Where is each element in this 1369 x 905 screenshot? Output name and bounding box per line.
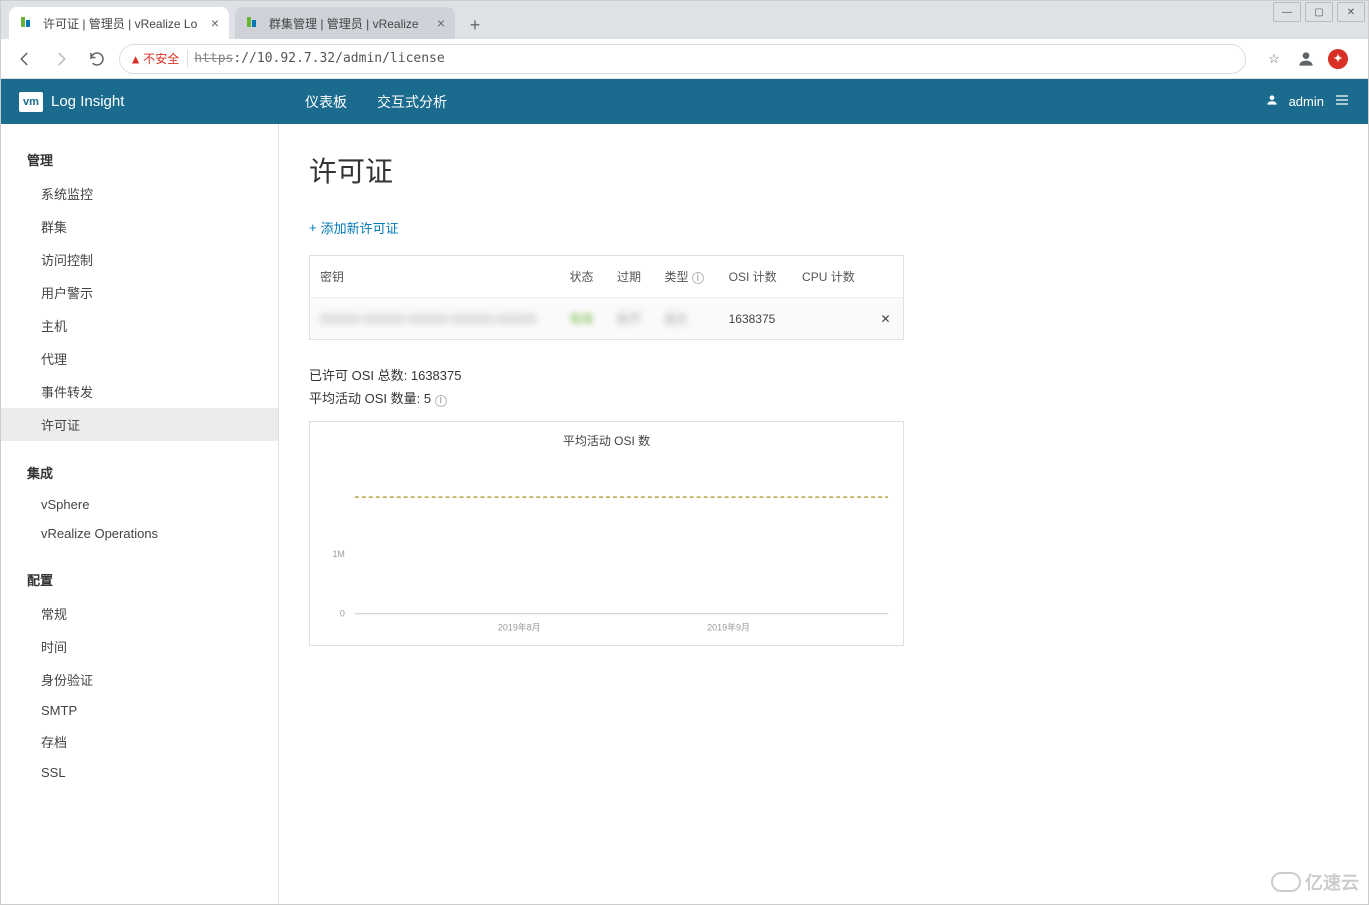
y-tick-1m: 1M — [332, 549, 344, 559]
url-input[interactable]: ▲ 不安全 https://10.92.7.32/admin/license — [119, 44, 1246, 74]
nav-reload-button[interactable] — [83, 45, 111, 73]
window-controls: — ▢ ✕ — [1265, 0, 1369, 26]
sidebar-item[interactable]: 用户警示 — [1, 276, 278, 309]
tab-title: 群集管理 | 管理员 | vRealize — [269, 15, 429, 32]
nav-dashboards[interactable]: 仪表板 — [305, 92, 347, 112]
delete-license-button[interactable]: ✕ — [870, 298, 903, 340]
sidebar-section-title: 配置 — [1, 562, 278, 597]
total-osi-label: 已许可 OSI 总数: — [309, 368, 407, 383]
watermark-icon — [1271, 872, 1301, 892]
browser-address-bar: ▲ 不安全 https://10.92.7.32/admin/license ☆… — [1, 39, 1368, 79]
sidebar-item[interactable]: 身份验证 — [1, 663, 278, 696]
col-key: 密钥 — [310, 256, 560, 298]
sidebar-item[interactable]: 代理 — [1, 342, 278, 375]
license-status: 有效 — [570, 312, 594, 326]
page-title: 许可证 — [309, 150, 1338, 190]
browser-tab-strip: 许可证 | 管理员 | vRealize Lo × 群集管理 | 管理员 | v… — [1, 1, 1368, 39]
warning-icon: ▲ — [132, 52, 139, 66]
url-text: https://10.92.7.32/admin/license — [194, 51, 444, 66]
license-key: XXXXX-XXXXX-XXXXX-XXXXX-XXXXX — [320, 312, 536, 326]
avg-osi-value: 5 — [424, 391, 431, 406]
window-close[interactable]: ✕ — [1337, 2, 1365, 22]
favicon-icon — [245, 15, 261, 31]
avg-osi-label: 平均活动 OSI 数量: — [309, 391, 420, 406]
insecure-label: 不安全 — [143, 50, 179, 67]
col-osi-count: OSI 计数 — [719, 256, 792, 298]
favicon-icon — [19, 15, 35, 31]
sidebar-item[interactable]: 许可证 — [1, 408, 278, 441]
vmware-logo-icon: vm — [19, 92, 43, 112]
info-icon[interactable]: i — [435, 395, 447, 407]
col-actions — [870, 256, 903, 298]
user-menu[interactable]: admin — [1247, 92, 1368, 111]
y-tick-0: 0 — [340, 609, 345, 619]
sidebar-item[interactable]: 常规 — [1, 597, 278, 630]
license-summary: 已许可 OSI 总数: 1638375 平均活动 OSI 数量: 5 i — [309, 364, 1338, 411]
nav-back-button[interactable] — [11, 45, 39, 73]
license-osi-count: 1638375 — [719, 298, 792, 340]
brand[interactable]: vm Log Insight — [1, 92, 279, 112]
plus-icon: + — [309, 220, 317, 235]
sidebar-item[interactable]: 系统监控 — [1, 177, 278, 210]
window-minimize[interactable]: — — [1273, 2, 1301, 22]
license-expiry: 永不 — [617, 312, 641, 326]
x-tick-aug: 2019年8月 — [498, 621, 541, 632]
sidebar-section-title: 集成 — [1, 455, 278, 490]
app-body: 管理系统监控群集访问控制用户警示主机代理事件转发许可证集成vSpherevRea… — [1, 124, 1368, 904]
sidebar-item[interactable]: 事件转发 — [1, 375, 278, 408]
sidebar-item[interactable]: 群集 — [1, 210, 278, 243]
tab-title: 许可证 | 管理员 | vRealize Lo — [43, 15, 203, 32]
chart-svg: 1M 0 2019年8月 2019年9月 — [310, 449, 903, 639]
user-name: admin — [1289, 94, 1324, 109]
x-tick-sep: 2019年9月 — [707, 621, 750, 632]
nav-forward-button — [47, 45, 75, 73]
sidebar-item[interactable]: 时间 — [1, 630, 278, 663]
tab-close-icon[interactable]: × — [211, 15, 219, 31]
window-maximize[interactable]: ▢ — [1305, 2, 1333, 22]
brand-name: Log Insight — [51, 93, 124, 110]
app-header: vm Log Insight 仪表板 交互式分析 admin — [1, 79, 1368, 124]
extension-icon[interactable]: ✦ — [1328, 49, 1348, 69]
license-cpu-count — [792, 298, 870, 340]
content: 许可证 + 添加新许可证 密钥 状态 过期 类型 i OSI 计数 CPU 计数… — [279, 124, 1368, 904]
watermark-text: 亿速云 — [1305, 869, 1359, 895]
sidebar-item[interactable]: vRealize Operations — [1, 519, 278, 548]
watermark: 亿速云 — [1271, 869, 1359, 895]
sidebar-section-title: 管理 — [1, 142, 278, 177]
user-icon — [1265, 93, 1279, 110]
sidebar-item[interactable]: 主机 — [1, 309, 278, 342]
info-icon[interactable]: i — [692, 272, 704, 284]
license-table: 密钥 状态 过期 类型 i OSI 计数 CPU 计数 XXXXX-XXXXX-… — [309, 255, 904, 340]
add-license-label: 添加新许可证 — [321, 218, 399, 237]
sidebar-item[interactable]: SMTP — [1, 696, 278, 725]
col-expiry: 过期 — [607, 256, 655, 298]
total-osi-value: 1638375 — [411, 368, 462, 383]
browser-tab-active[interactable]: 许可证 | 管理员 | vRealize Lo × — [9, 7, 229, 39]
profile-icon[interactable] — [1296, 49, 1316, 69]
osi-chart: 平均活动 OSI 数 1M 0 2019年8月 2019年9月 — [309, 421, 904, 646]
new-tab-button[interactable]: + — [461, 11, 489, 39]
col-type: 类型 i — [655, 256, 719, 298]
table-row: XXXXX-XXXXX-XXXXX-XXXXX-XXXXX 有效 永不 永久 1… — [310, 298, 904, 340]
top-nav: 仪表板 交互式分析 — [279, 92, 447, 112]
col-status: 状态 — [560, 256, 608, 298]
hamburger-icon[interactable] — [1334, 92, 1350, 111]
chart-title: 平均活动 OSI 数 — [310, 422, 903, 449]
star-icon[interactable]: ☆ — [1264, 49, 1284, 69]
add-license-link[interactable]: + 添加新许可证 — [309, 218, 399, 237]
nav-interactive-analytics[interactable]: 交互式分析 — [377, 92, 447, 112]
sidebar-item[interactable]: vSphere — [1, 490, 278, 519]
address-bar-icons: ☆ ✦ — [1254, 49, 1358, 69]
browser-tab-inactive[interactable]: 群集管理 | 管理员 | vRealize × — [235, 7, 455, 39]
sidebar: 管理系统监控群集访问控制用户警示主机代理事件转发许可证集成vSpherevRea… — [1, 124, 279, 904]
insecure-badge[interactable]: ▲ 不安全 — [132, 50, 188, 67]
col-cpu-count: CPU 计数 — [792, 256, 870, 298]
license-type: 永久 — [665, 312, 689, 326]
tab-close-icon[interactable]: × — [437, 15, 445, 31]
sidebar-item[interactable]: 存档 — [1, 725, 278, 758]
sidebar-item[interactable]: SSL — [1, 758, 278, 787]
sidebar-item[interactable]: 访问控制 — [1, 243, 278, 276]
